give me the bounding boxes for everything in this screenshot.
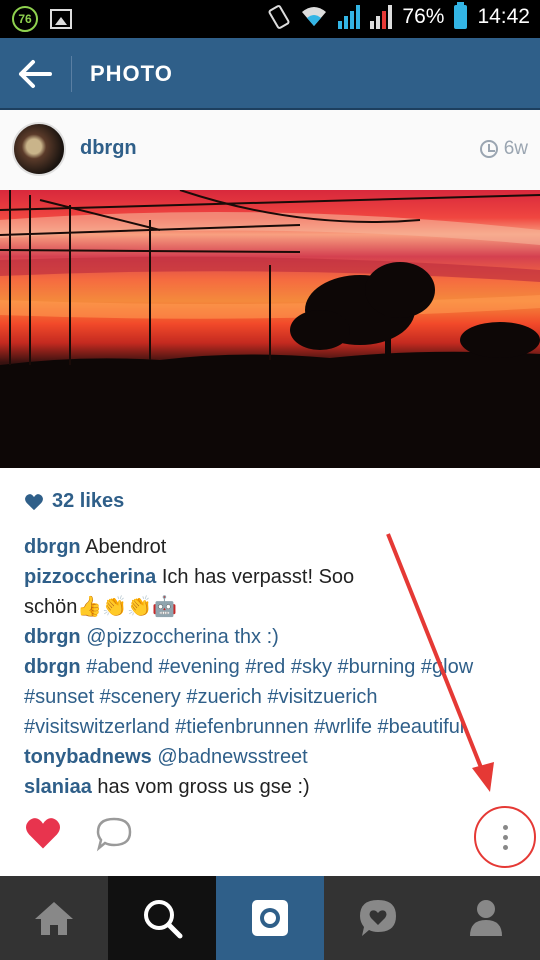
post-age-text: 6w: [503, 138, 528, 159]
app-bar: PHOTO: [0, 38, 540, 110]
signal-icon: [338, 5, 361, 29]
status-bar: 76 76% 14:42: [0, 0, 540, 38]
profile-icon: [470, 900, 502, 936]
comment-button[interactable]: [95, 816, 133, 857]
comment-username[interactable]: dbrgn: [24, 626, 81, 648]
comment: dbrgn @pizzoccherina thx :): [24, 622, 534, 652]
post-username[interactable]: dbrgn: [80, 137, 137, 160]
comment: dbrgn #abend #evening #red #sky #burning…: [24, 652, 534, 682]
heart-icon: [26, 818, 60, 849]
battery-icon: [454, 2, 468, 29]
comment: tonybadnews @badnewsstreet: [24, 742, 534, 772]
comment-text: has vom gross us gse :): [97, 776, 310, 798]
nav-search[interactable]: [108, 876, 216, 960]
more-options-button[interactable]: [474, 806, 536, 868]
comment-username[interactable]: dbrgn: [24, 656, 81, 678]
notification-badge: 76: [12, 6, 38, 32]
comments-list: dbrgn Abendrot pizzoccherina Ich has ver…: [24, 532, 534, 802]
wifi-icon: [302, 7, 327, 26]
comment-bubble-icon: [96, 817, 132, 852]
page-title: PHOTO: [90, 61, 173, 86]
more-vertical-icon: [502, 824, 508, 850]
comment-username[interactable]: slaniaa: [24, 776, 92, 798]
home-icon: [35, 902, 73, 935]
comment-text[interactable]: @pizzoccherina thx :): [86, 626, 279, 648]
search-icon: [144, 900, 183, 939]
comment-username[interactable]: tonybadnews: [24, 746, 152, 768]
comment-username[interactable]: pizzoccherina: [24, 566, 156, 588]
comment: slaniaa has vom gross us gse :): [24, 772, 534, 802]
camera-icon: [252, 900, 288, 936]
bottom-nav: [0, 876, 540, 960]
nav-news[interactable]: [324, 876, 432, 960]
signal2-icon: [370, 5, 393, 29]
comment: dbrgn Abendrot: [24, 532, 534, 562]
battery-percent: 76%: [402, 5, 445, 28]
comment-text: Abendrot: [85, 536, 167, 558]
heart-small-icon: [25, 493, 43, 510]
hashtags-line[interactable]: #visitswitzerland #tiefenbrunnen #wrlife…: [24, 712, 534, 742]
comment-text[interactable]: @badnewsstreet: [157, 746, 307, 768]
likes-text: 32 likes: [52, 490, 125, 512]
clock-icon: [479, 140, 498, 158]
sunset-scene: [0, 190, 540, 468]
back-button[interactable]: [10, 50, 60, 98]
avatar[interactable]: [12, 122, 66, 176]
hashtags-line[interactable]: #sunset #scenery #zuerich #visitzuerich: [24, 682, 534, 712]
likes-count[interactable]: 32 likes: [24, 490, 124, 513]
post-photo[interactable]: [0, 190, 540, 468]
post-actions: [0, 800, 540, 872]
back-arrow-icon: [19, 60, 52, 88]
nav-profile[interactable]: [432, 876, 540, 960]
hashtags[interactable]: #abend #evening #red #sky #burning #glow: [86, 656, 473, 678]
post-header: dbrgn 6w: [0, 110, 540, 190]
comment-text: Ich has verpasst! Soo: [161, 566, 355, 588]
app-bar-divider: [71, 56, 72, 92]
nav-home[interactable]: [0, 876, 108, 960]
post-age: 6w: [479, 138, 528, 160]
comment-continuation: schön👍👏👏🤖: [24, 596, 177, 618]
comment: pizzoccherina Ich has verpasst! Soo: [24, 562, 534, 592]
nav-camera[interactable]: [216, 876, 324, 960]
vibrate-icon: [268, 5, 290, 29]
news-heart-icon: [360, 900, 396, 936]
image-notification-icon: [50, 9, 72, 29]
clock-time: 14:42: [477, 5, 530, 28]
like-button[interactable]: [24, 816, 62, 855]
comment-username[interactable]: dbrgn: [24, 536, 81, 558]
